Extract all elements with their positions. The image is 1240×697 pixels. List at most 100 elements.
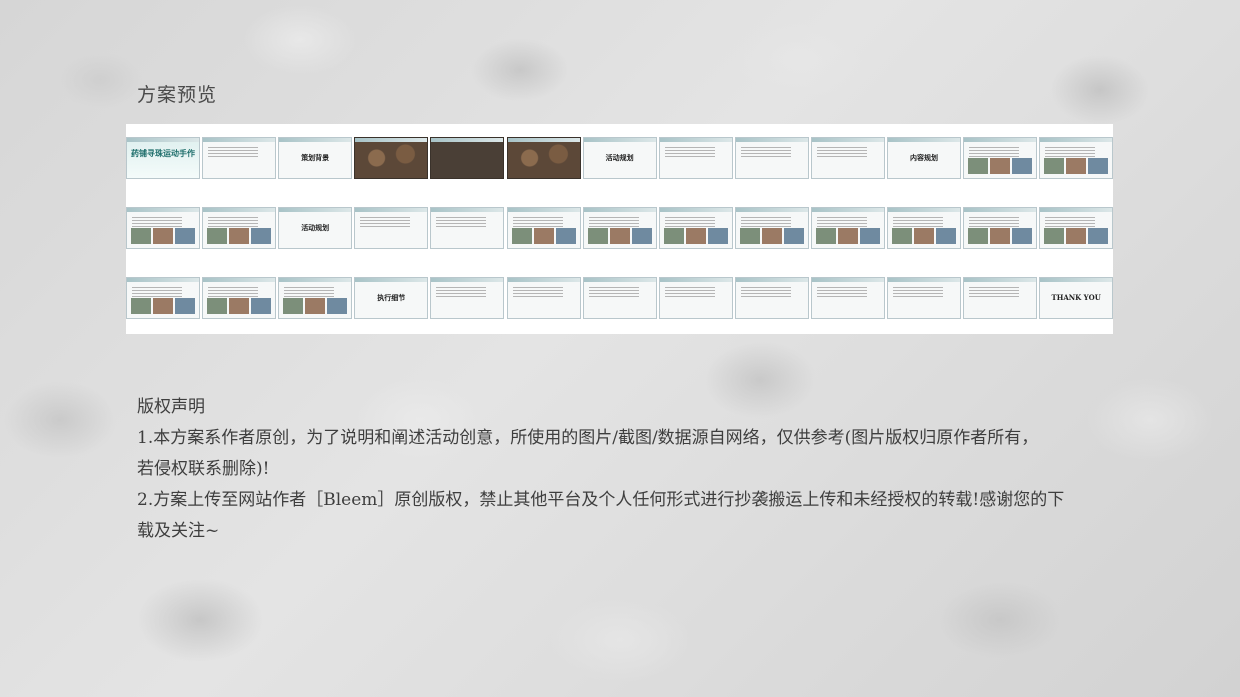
- photo-group: [283, 298, 348, 314]
- photo: [990, 228, 1011, 244]
- photo: [990, 158, 1011, 174]
- slide-thumbnail[interactable]: [582, 207, 657, 249]
- slide-thumbnail[interactable]: 执行细节: [354, 277, 429, 319]
- text-lines: [816, 287, 867, 297]
- text-lines: [1045, 147, 1096, 157]
- slide-thumbnail[interactable]: [887, 277, 961, 319]
- photo: [251, 228, 272, 244]
- text-lines: [969, 287, 1020, 297]
- slide-thumbnail[interactable]: [354, 137, 429, 179]
- photo: [533, 228, 554, 244]
- slide-thumbnail[interactable]: [506, 137, 581, 179]
- slide-thumbnail[interactable]: [1039, 137, 1114, 179]
- slide-thumbnail[interactable]: [810, 137, 885, 179]
- photo: [511, 228, 532, 244]
- photo: [555, 228, 576, 244]
- photo: [1044, 228, 1065, 244]
- slide-thumbnail[interactable]: [430, 277, 505, 319]
- page-title: 方案预览: [137, 84, 218, 106]
- photo-group: [968, 158, 1033, 174]
- text-lines: [284, 287, 335, 297]
- photo: [1044, 158, 1065, 174]
- slide-thumbnail[interactable]: [126, 207, 200, 249]
- slide-title: 内容规划: [910, 153, 938, 162]
- slide-thumbnail[interactable]: [430, 137, 505, 179]
- preview-row-1: 药铺寻珠运动手作参考策划背景 活动规划 内容规划: [126, 137, 1114, 181]
- photo: [207, 228, 228, 244]
- slide-thumbnail[interactable]: [734, 137, 809, 179]
- slide-thumbnail[interactable]: [202, 277, 277, 319]
- slide-thumbnail[interactable]: [963, 207, 1038, 249]
- text-lines: [512, 287, 563, 297]
- text-lines: [436, 287, 487, 297]
- copyright-line-2: 2.方案上传至网站作者［Bleem］原创版权，禁止其他平台及个人任何形式进行抄袭…: [137, 490, 1065, 510]
- photo: [305, 298, 326, 314]
- slide-thumbnail[interactable]: [354, 207, 429, 249]
- photo: [859, 228, 880, 244]
- text-lines: [1045, 217, 1096, 227]
- copyright-line-1: 1.本方案系作者原创，为了说明和阐述活动创意，所使用的图片/截图/数据源自网络，…: [137, 428, 1039, 448]
- copyright-line-1b: 若侵权联系删除)!: [137, 459, 270, 479]
- text-lines: [816, 217, 867, 227]
- slide-thumbnail[interactable]: [734, 207, 809, 249]
- text-lines: [969, 147, 1020, 157]
- photo: [131, 298, 151, 314]
- slide-thumbnail[interactable]: [963, 277, 1038, 319]
- photo: [229, 228, 250, 244]
- slide-thumbnail[interactable]: 策划背景: [278, 137, 353, 179]
- slide-thumbnail[interactable]: [126, 277, 200, 319]
- slide-title: 活动规划: [605, 153, 634, 162]
- slide-thumbnail[interactable]: [430, 207, 505, 249]
- slide-thumbnail[interactable]: [506, 277, 581, 319]
- slide-thumbnail[interactable]: [202, 137, 277, 179]
- photo: [783, 228, 804, 244]
- slide-thumbnail[interactable]: [202, 207, 277, 249]
- photo: [914, 228, 934, 244]
- slide-thumbnail[interactable]: [658, 277, 733, 319]
- photo: [968, 158, 989, 174]
- slide-thumbnail[interactable]: 内容规划: [887, 137, 961, 179]
- photo-group: [131, 298, 195, 314]
- slide-thumbnail[interactable]: 活动规划: [582, 137, 657, 179]
- text-lines: [664, 147, 715, 157]
- slide-thumbnail[interactable]: [734, 277, 809, 319]
- slide-title: THANK YOU: [1051, 293, 1101, 302]
- slide-thumbnail[interactable]: [658, 137, 733, 179]
- slide-title: 策划背景: [301, 153, 330, 162]
- slide-thumbnail[interactable]: [963, 137, 1038, 179]
- photo-group: [1044, 228, 1109, 244]
- slide-thumbnail[interactable]: [810, 277, 885, 319]
- photo-group: [131, 228, 195, 244]
- text-lines: [132, 287, 182, 297]
- photo: [153, 298, 173, 314]
- slide-thumbnail[interactable]: [887, 207, 961, 249]
- photo: [1088, 228, 1109, 244]
- text-lines: [588, 217, 639, 227]
- slide-title: 活动规划: [301, 223, 330, 232]
- text-lines: [360, 217, 411, 227]
- slide-thumbnail[interactable]: [810, 207, 885, 249]
- photo: [207, 298, 228, 314]
- photo: [631, 228, 652, 244]
- slide-thumbnail[interactable]: [506, 207, 581, 249]
- photo: [175, 298, 195, 314]
- photo-group: [739, 228, 804, 244]
- photo: [1088, 158, 1109, 174]
- copyright-heading: 版权声明: [137, 397, 205, 417]
- photo-group: [511, 228, 576, 244]
- slide-thumbnail[interactable]: 活动规划: [278, 207, 353, 249]
- slide-title: 药铺寻珠运动手作参考: [131, 148, 195, 158]
- copyright-notice: 版权声明 1.本方案系作者原创，为了说明和阐述活动创意，所使用的图片/截图/数据…: [137, 392, 1117, 547]
- photo: [815, 228, 836, 244]
- photo: [892, 228, 912, 244]
- slide-thumbnail[interactable]: [658, 207, 733, 249]
- photo: [153, 228, 173, 244]
- text-lines: [664, 217, 715, 227]
- photo: [251, 298, 272, 314]
- slide-thumbnail[interactable]: [1039, 207, 1114, 249]
- slide-thumbnail[interactable]: [278, 277, 353, 319]
- preview-row-3: 执行细节 THANK YOU: [126, 277, 1114, 321]
- slide-thumbnail[interactable]: 药铺寻珠运动手作参考: [126, 137, 200, 179]
- slide-thumbnail[interactable]: [582, 277, 657, 319]
- slide-thumbnail[interactable]: THANK YOU: [1039, 277, 1114, 319]
